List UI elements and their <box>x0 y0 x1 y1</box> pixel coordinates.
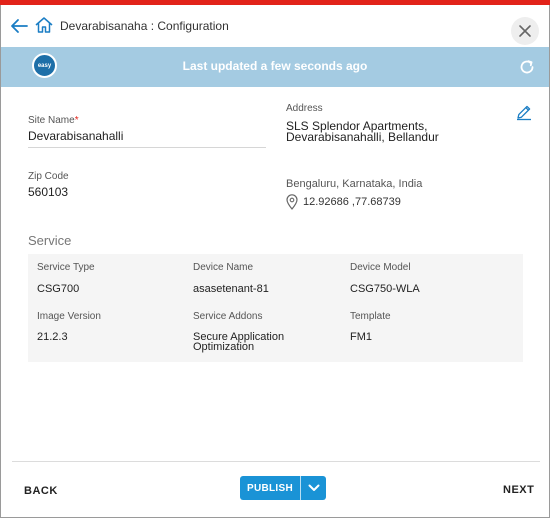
site-name-label: Site Name* <box>28 115 79 126</box>
image-version-label: Image Version <box>37 311 101 322</box>
last-updated-text: Last updated a few seconds ago <box>182 59 368 73</box>
zip-code-value: 560103 <box>28 185 69 199</box>
required-mark: * <box>74 115 79 126</box>
service-section-title: Service <box>28 233 72 248</box>
device-name-value: asasetenant-81 <box>193 283 269 295</box>
publish-split-button: PUBLISH <box>240 476 326 500</box>
title-bar: Devarabisanaha : Configuration <box>0 5 550 47</box>
back-button[interactable]: BACK <box>24 485 58 497</box>
edit-pencil-icon[interactable] <box>515 103 533 121</box>
publish-button[interactable]: PUBLISH <box>240 476 300 500</box>
device-name-label: Device Name <box>193 262 254 273</box>
image-version-value: 21.2.3 <box>37 331 68 343</box>
chevron-down-icon <box>308 484 319 491</box>
zip-code-label: Zip Code <box>28 171 69 182</box>
service-addons-label: Service Addons <box>193 311 263 322</box>
device-model-value: CSG750-WLA <box>350 283 420 295</box>
template-label: Template <box>350 311 391 322</box>
template-value: FM1 <box>350 331 372 343</box>
next-button[interactable]: NEXT <box>503 484 534 496</box>
city-line: Bengaluru, Karnataka, India <box>286 178 423 190</box>
footer-divider <box>12 461 540 462</box>
location-pin-icon <box>286 194 298 210</box>
back-arrow-icon[interactable] <box>8 15 30 37</box>
status-banner: easy Last updated a few seconds ago <box>1 47 549 87</box>
coordinates: 12.92686 ,77.68739 <box>303 196 401 208</box>
site-name-underline <box>28 147 266 148</box>
publish-divider <box>300 476 301 500</box>
refresh-icon[interactable] <box>518 58 536 76</box>
site-name-value[interactable]: Devarabisanahalli <box>28 129 123 143</box>
service-type-value: CSG700 <box>37 283 80 295</box>
service-details-panel <box>28 254 523 362</box>
device-model-label: Device Model <box>350 262 411 273</box>
service-type-label: Service Type <box>37 262 95 273</box>
address-line-2: Devarabisanahalli, Bellandur <box>286 130 439 144</box>
home-icon[interactable] <box>34 15 54 35</box>
service-addons-value-line-2: Optimization <box>193 341 255 353</box>
close-icon[interactable] <box>511 17 539 45</box>
address-label: Address <box>286 103 323 114</box>
publish-dropdown-toggle[interactable] <box>301 476 326 500</box>
page-title: Devarabisanaha : Configuration <box>60 19 229 33</box>
